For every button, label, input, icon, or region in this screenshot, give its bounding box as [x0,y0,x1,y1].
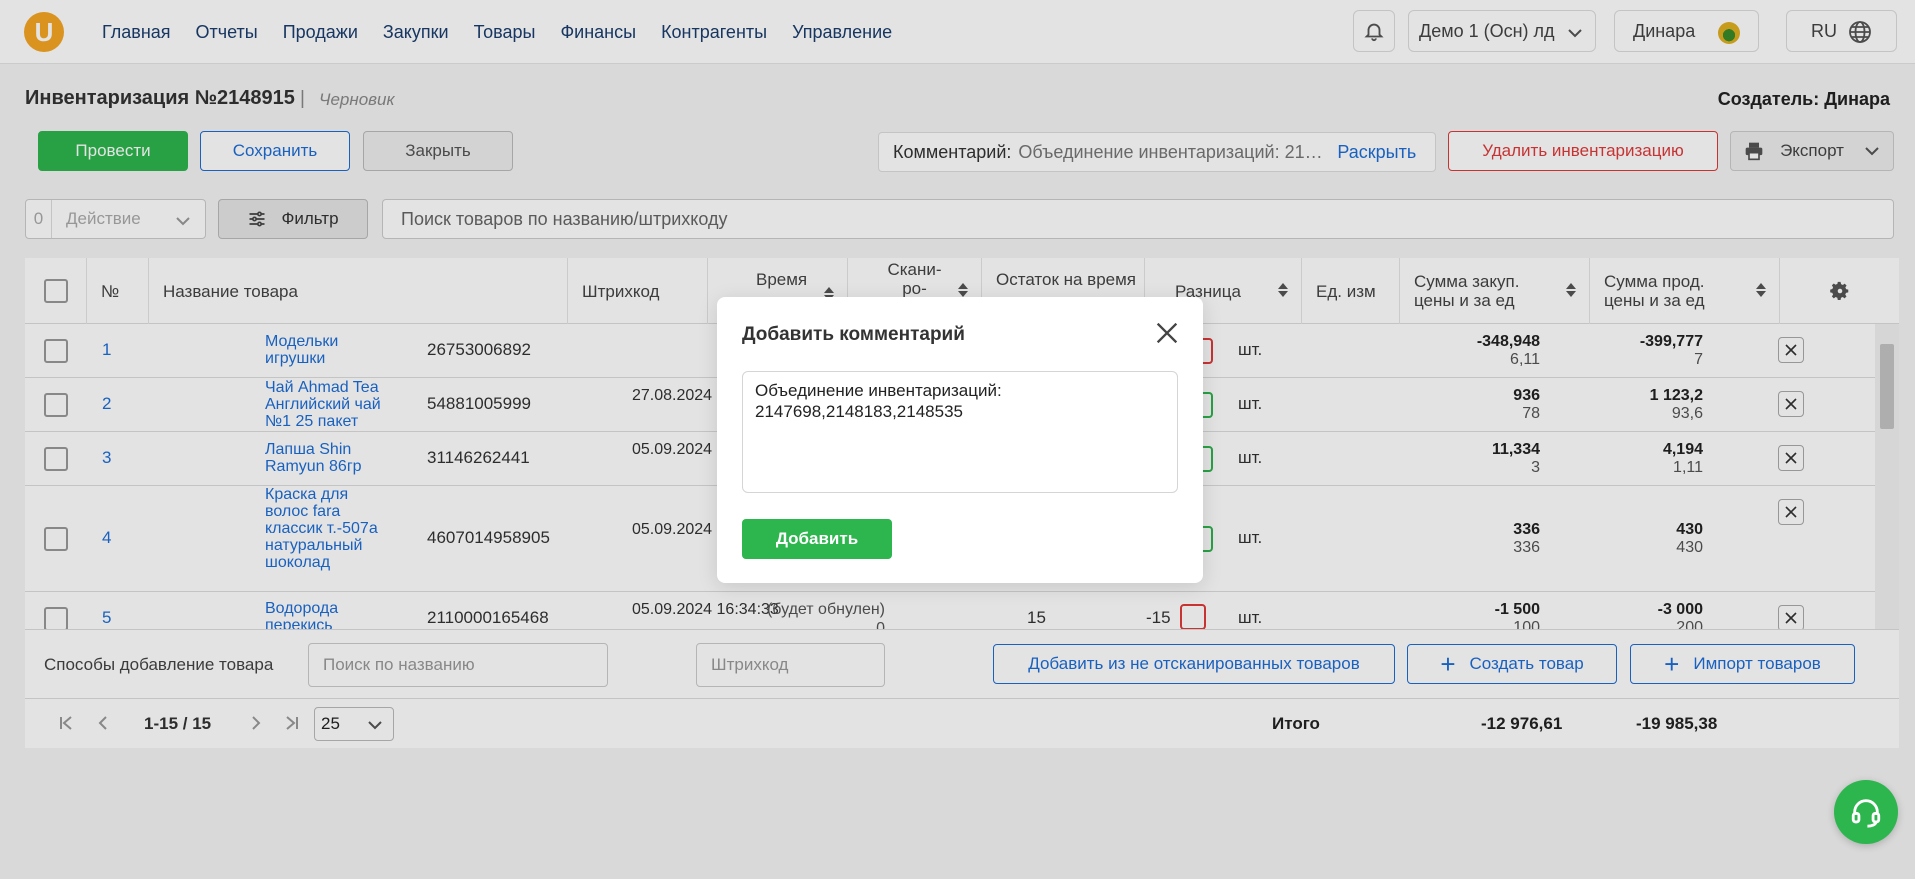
add-comment-button[interactable]: Добавить [742,519,892,559]
comment-textarea[interactable]: Объединение инвентаризаций: 2147698,2148… [742,371,1178,493]
close-icon[interactable] [1153,319,1181,347]
add-comment-dialog: Добавить комментарий Объединение инвента… [717,297,1203,583]
dialog-title: Добавить комментарий [742,324,965,345]
headset-icon [1851,799,1881,828]
support-chat-button[interactable] [1834,780,1898,844]
